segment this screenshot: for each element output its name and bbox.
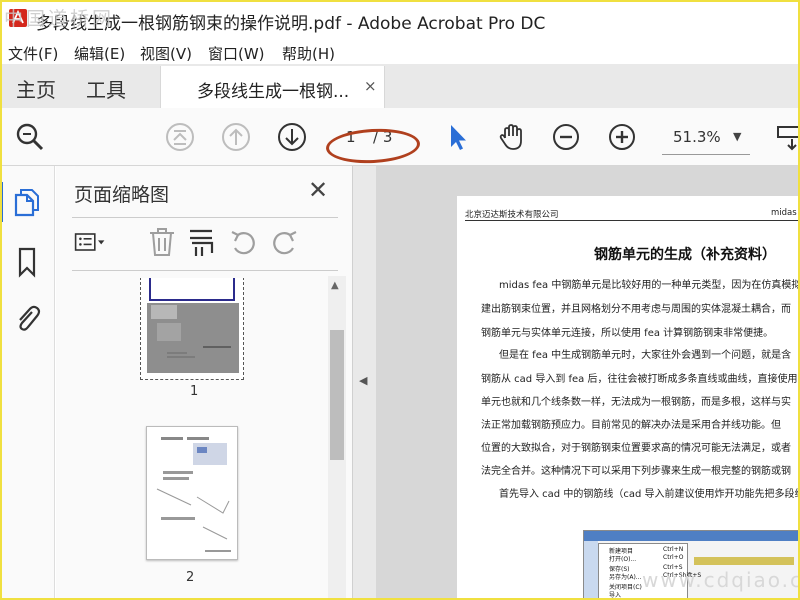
thumbnail-list: 1 2: [72, 278, 327, 600]
hand-tool-icon[interactable]: [496, 121, 528, 153]
main-toolbar: 1 / 3 51.3% ▼: [0, 108, 800, 166]
paragraph-line: 钢筋从 cad 导入到 fea 后，往往会被打断成多条直线或曲线，直接使用: [481, 374, 798, 385]
collapse-arrow-icon[interactable]: ◀: [359, 374, 367, 387]
rotate-right-icon[interactable]: [268, 226, 300, 258]
thumbnail-scrollbar[interactable]: ▲: [328, 276, 346, 600]
page-thumbnail-1[interactable]: [140, 278, 244, 380]
panel-toolbar-divider: [72, 270, 338, 271]
annotation-ellipse: [325, 126, 421, 166]
paragraph-line: 建出筋钢束位置，并且网格划分不用考虑与周围的实体混凝土耦合，而: [481, 304, 791, 315]
embedded-menu-item: 打开(O)...: [609, 556, 637, 563]
pdf-page: 北京迈达斯技术有限公司 midas 钢筋单元的生成（补充资料） midas fe…: [457, 196, 800, 600]
paragraph-line: 位置的大致拟合，对于钢筋钢束位置要求高的情况可能无法满足，或者: [481, 443, 791, 454]
embedded-titlebar: [584, 531, 799, 541]
zoom-dropdown-caret-icon[interactable]: ▼: [733, 130, 741, 143]
page-thumbnail-2[interactable]: [146, 426, 238, 560]
paragraph-line: 但是在 fea 中生成钢筋单元时，大家往外会遇到一个问题，就是含: [499, 350, 792, 361]
tab-document[interactable]: 多段线生成一根钢... ×: [160, 66, 385, 108]
select-pointer-icon[interactable]: [442, 121, 474, 153]
document-view: 北京迈达斯技术有限公司 midas 钢筋单元的生成（补充资料） midas fe…: [376, 166, 800, 600]
thumbnail-label-1: 1: [190, 384, 199, 399]
prev-page-icon[interactable]: [220, 121, 252, 153]
menu-bar: 文件(F) 编辑(E) 视图(V) 窗口(W) 帮助(H): [0, 40, 800, 64]
delete-page-icon[interactable]: [146, 226, 178, 258]
thumbnail-page-content: [147, 303, 239, 373]
embedded-toolbar: [694, 557, 794, 565]
page-header-brand: midas: [771, 208, 797, 218]
zoom-in-icon[interactable]: [606, 121, 638, 153]
paragraph-line: 首先导入 cad 中的钢筋线（cad 导入前建议使用炸开功能先把多段线: [499, 489, 800, 500]
tab-document-label: 多段线生成一根钢...: [197, 82, 350, 102]
crop-page-icon[interactable]: [186, 226, 218, 258]
next-page-icon[interactable]: [276, 121, 308, 153]
zoom-level-field[interactable]: 51.3%: [673, 128, 721, 146]
options-menu-icon[interactable]: [74, 226, 106, 258]
watermark-bottom-right: www.cdqiao.com: [642, 568, 800, 592]
page-header-rule: [465, 220, 800, 221]
paragraph-line: 单元也就和几个线条数一样，无法成为一根钢筋，而是多根，这样与实: [481, 397, 791, 408]
embedded-menu-shortcut: Ctrl+N: [663, 546, 684, 553]
page-thumbnails-panel: 页面缩略图 ✕ 1 2: [56, 166, 352, 600]
rail-active-indicator: [0, 182, 3, 222]
paragraph-line: 钢筋单元与实体单元连接，所以使用 fea 计算钢筋钢束非常便捷。: [481, 328, 774, 339]
menu-edit[interactable]: 编辑(E): [74, 43, 125, 64]
thumbnail-label-2: 2: [186, 570, 195, 585]
scrollbar-thumb[interactable]: [330, 330, 344, 460]
panel-collapse-strip[interactable]: ◀: [352, 166, 376, 600]
search-icon[interactable]: [14, 121, 46, 153]
panel-close-button[interactable]: ✕: [308, 176, 328, 204]
embedded-side-panel: [584, 541, 598, 599]
panel-divider: [72, 217, 338, 218]
menu-window[interactable]: 窗口(W): [208, 43, 265, 64]
page-thumbnails-icon[interactable]: [12, 186, 42, 218]
first-page-icon[interactable]: [164, 121, 196, 153]
thumbnail-selection-frame: [149, 278, 235, 301]
tab-close-button[interactable]: ×: [364, 77, 377, 95]
document-heading: 钢筋单元的生成（补充资料）: [594, 247, 776, 263]
zoom-field-underline: [662, 154, 750, 155]
bookmark-icon[interactable]: [12, 246, 42, 278]
menu-view[interactable]: 视图(V): [140, 43, 192, 64]
tab-home[interactable]: 主页: [16, 74, 56, 103]
zoom-out-icon[interactable]: [550, 121, 582, 153]
embedded-menu-shortcut: Ctrl+O: [663, 554, 684, 561]
paragraph-line: 法正常加载钢筋预应力。目前常见的解决办法是采用合并线功能。但: [481, 420, 781, 431]
menu-file[interactable]: 文件(F): [8, 43, 58, 64]
watermark-top-left: 中国道桥网: [4, 8, 115, 30]
embedded-menu-item: 另存为(A)...: [609, 574, 642, 581]
marquee-zoom-icon[interactable]: [776, 121, 800, 153]
attachment-icon[interactable]: [12, 302, 42, 334]
menu-help[interactable]: 帮助(H): [282, 43, 335, 64]
paragraph-line: 法完全合并。这种情况下可以采用下列步骤来生成一根完整的钢筋或钢: [481, 466, 791, 477]
paragraph-line: midas fea 中钢筋单元是比较好用的一种单元类型，因为在仿真模拟: [499, 280, 800, 291]
tab-bar: 主页 工具: [0, 64, 800, 108]
page-header-company: 北京迈达斯技术有限公司: [465, 210, 559, 220]
panel-title: 页面缩略图: [74, 184, 170, 206]
scroll-up-arrow-icon[interactable]: ▲: [331, 280, 339, 291]
navigation-rail: [0, 166, 55, 600]
rotate-left-icon[interactable]: [228, 226, 260, 258]
title-bar: 多段线生成一根钢筋钢束的操作说明.pdf - Adobe Acrobat Pro…: [0, 0, 800, 40]
tab-tools[interactable]: 工具: [86, 74, 126, 103]
